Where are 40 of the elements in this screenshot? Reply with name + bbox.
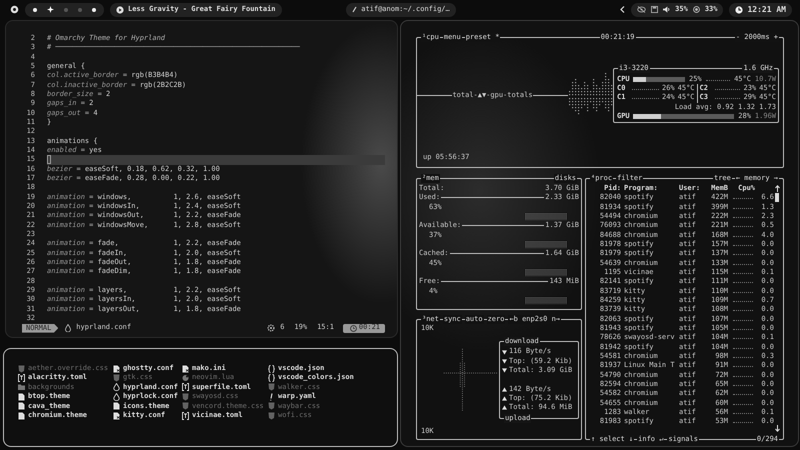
css-file-icon [18, 364, 25, 373]
file-file-icon [113, 402, 120, 410]
workspace-star-icon[interactable] [47, 6, 54, 13]
yaml-file-icon [268, 392, 275, 401]
clock-icon [735, 6, 744, 14]
terminal-icon [352, 6, 358, 13]
chevron-left-icon[interactable] [620, 6, 626, 13]
lua-file-icon [182, 374, 189, 382]
scroll-thumb[interactable] [775, 193, 779, 202]
core-graph [714, 96, 740, 100]
disc-icon [116, 6, 124, 14]
workspace-dot[interactable] [78, 8, 82, 12]
scroll-down-icon[interactable] [774, 425, 780, 432]
css-file-icon [113, 374, 120, 382]
css-file-icon [268, 383, 275, 392]
cpu-graph-mini [706, 78, 730, 81]
conf-file-icon [113, 412, 120, 420]
clock-time: 12:21 AM [747, 4, 786, 14]
folder-file-icon [18, 383, 25, 392]
core-graph [714, 87, 740, 90]
clock-icon [350, 324, 357, 332]
logo-icon[interactable] [10, 5, 19, 14]
gear-icon [267, 324, 276, 332]
drop-icon [65, 324, 72, 332]
text-cursor [47, 155, 51, 164]
toml-file-icon [182, 412, 189, 420]
core-graph [632, 96, 659, 100]
eye-slash-icon[interactable] [637, 6, 646, 13]
brightness-icon[interactable] [692, 6, 700, 13]
conf-file-icon [182, 364, 189, 373]
conf-file-icon [113, 364, 120, 373]
core-graph [632, 87, 659, 90]
toml-file-icon [182, 383, 189, 392]
toml-file-icon [18, 374, 25, 382]
speaker-icon[interactable] [663, 6, 670, 13]
scroll-up-icon[interactable] [774, 185, 780, 192]
workspace-dot[interactable] [64, 8, 68, 12]
workspace-dot[interactable] [92, 8, 96, 12]
workspace-dot[interactable] [33, 8, 37, 12]
clock-widget[interactable]: 12:21 AM [729, 2, 792, 16]
